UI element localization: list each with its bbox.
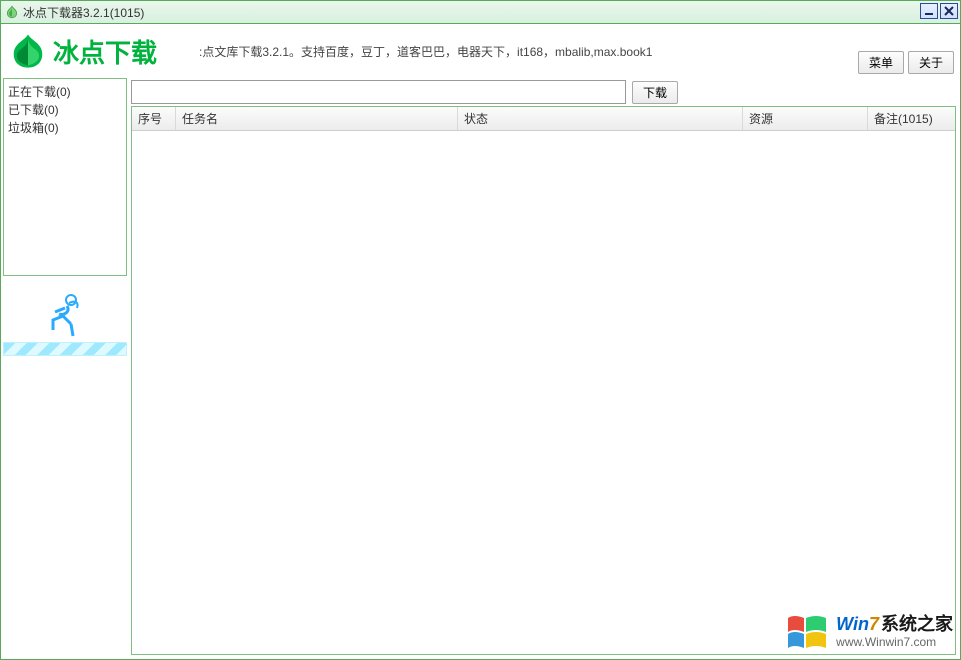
minimize-button[interactable] [920,3,938,19]
url-row: 下载 [131,80,956,104]
col-seq[interactable]: 序号 [132,107,176,130]
col-note[interactable]: 备注(1015) [868,107,955,130]
logo-text: 冰点下载 [53,33,157,70]
sidebar-item-downloaded[interactable]: 已下载(0) [8,101,122,119]
col-status[interactable]: 状态 [458,107,743,130]
marquee-text: :点文库下载3.2.1。支持百度，豆丁，道客巴巴，电器天下，it168，mbal… [191,43,960,60]
sidebar-item-trash[interactable]: 垃圾箱(0) [8,119,122,137]
status-list: 正在下载(0) 已下载(0) 垃圾箱(0) [3,78,127,276]
sidebar-item-downloading[interactable]: 正在下载(0) [8,83,122,101]
download-button[interactable]: 下载 [632,81,678,104]
close-button[interactable] [940,3,958,19]
runner-icon [3,292,127,340]
app-icon [5,5,19,19]
stripe-bar [3,342,127,356]
task-list-header: 序号 任务名 状态 资源 备注(1015) [132,107,955,131]
about-button[interactable]: 关于 [908,51,954,74]
main: 正在下载(0) 已下载(0) 垃圾箱(0) 下载 [0,78,961,660]
task-list-body [132,131,955,654]
sidebar: 正在下载(0) 已下载(0) 垃圾箱(0) [1,78,129,659]
logo-icon [9,32,47,70]
url-input[interactable] [131,80,626,104]
logo: 冰点下载 [1,32,191,70]
col-resource[interactable]: 资源 [743,107,868,130]
header: 冰点下载 :点文库下载3.2.1。支持百度，豆丁，道客巴巴，电器天下，it168… [0,24,961,78]
task-list-panel: 序号 任务名 状态 资源 备注(1015) [131,106,956,655]
col-name[interactable]: 任务名 [176,107,458,130]
sidebar-ad [3,282,127,356]
title-bar: 冰点下载器3.2.1(1015) [0,0,961,24]
content: 下载 序号 任务名 状态 资源 备注(1015) [129,78,960,659]
menu-button[interactable]: 菜单 [858,51,904,74]
header-buttons: 菜单 关于 [858,51,954,74]
window-controls [920,3,958,19]
window-title: 冰点下载器3.2.1(1015) [23,4,144,21]
